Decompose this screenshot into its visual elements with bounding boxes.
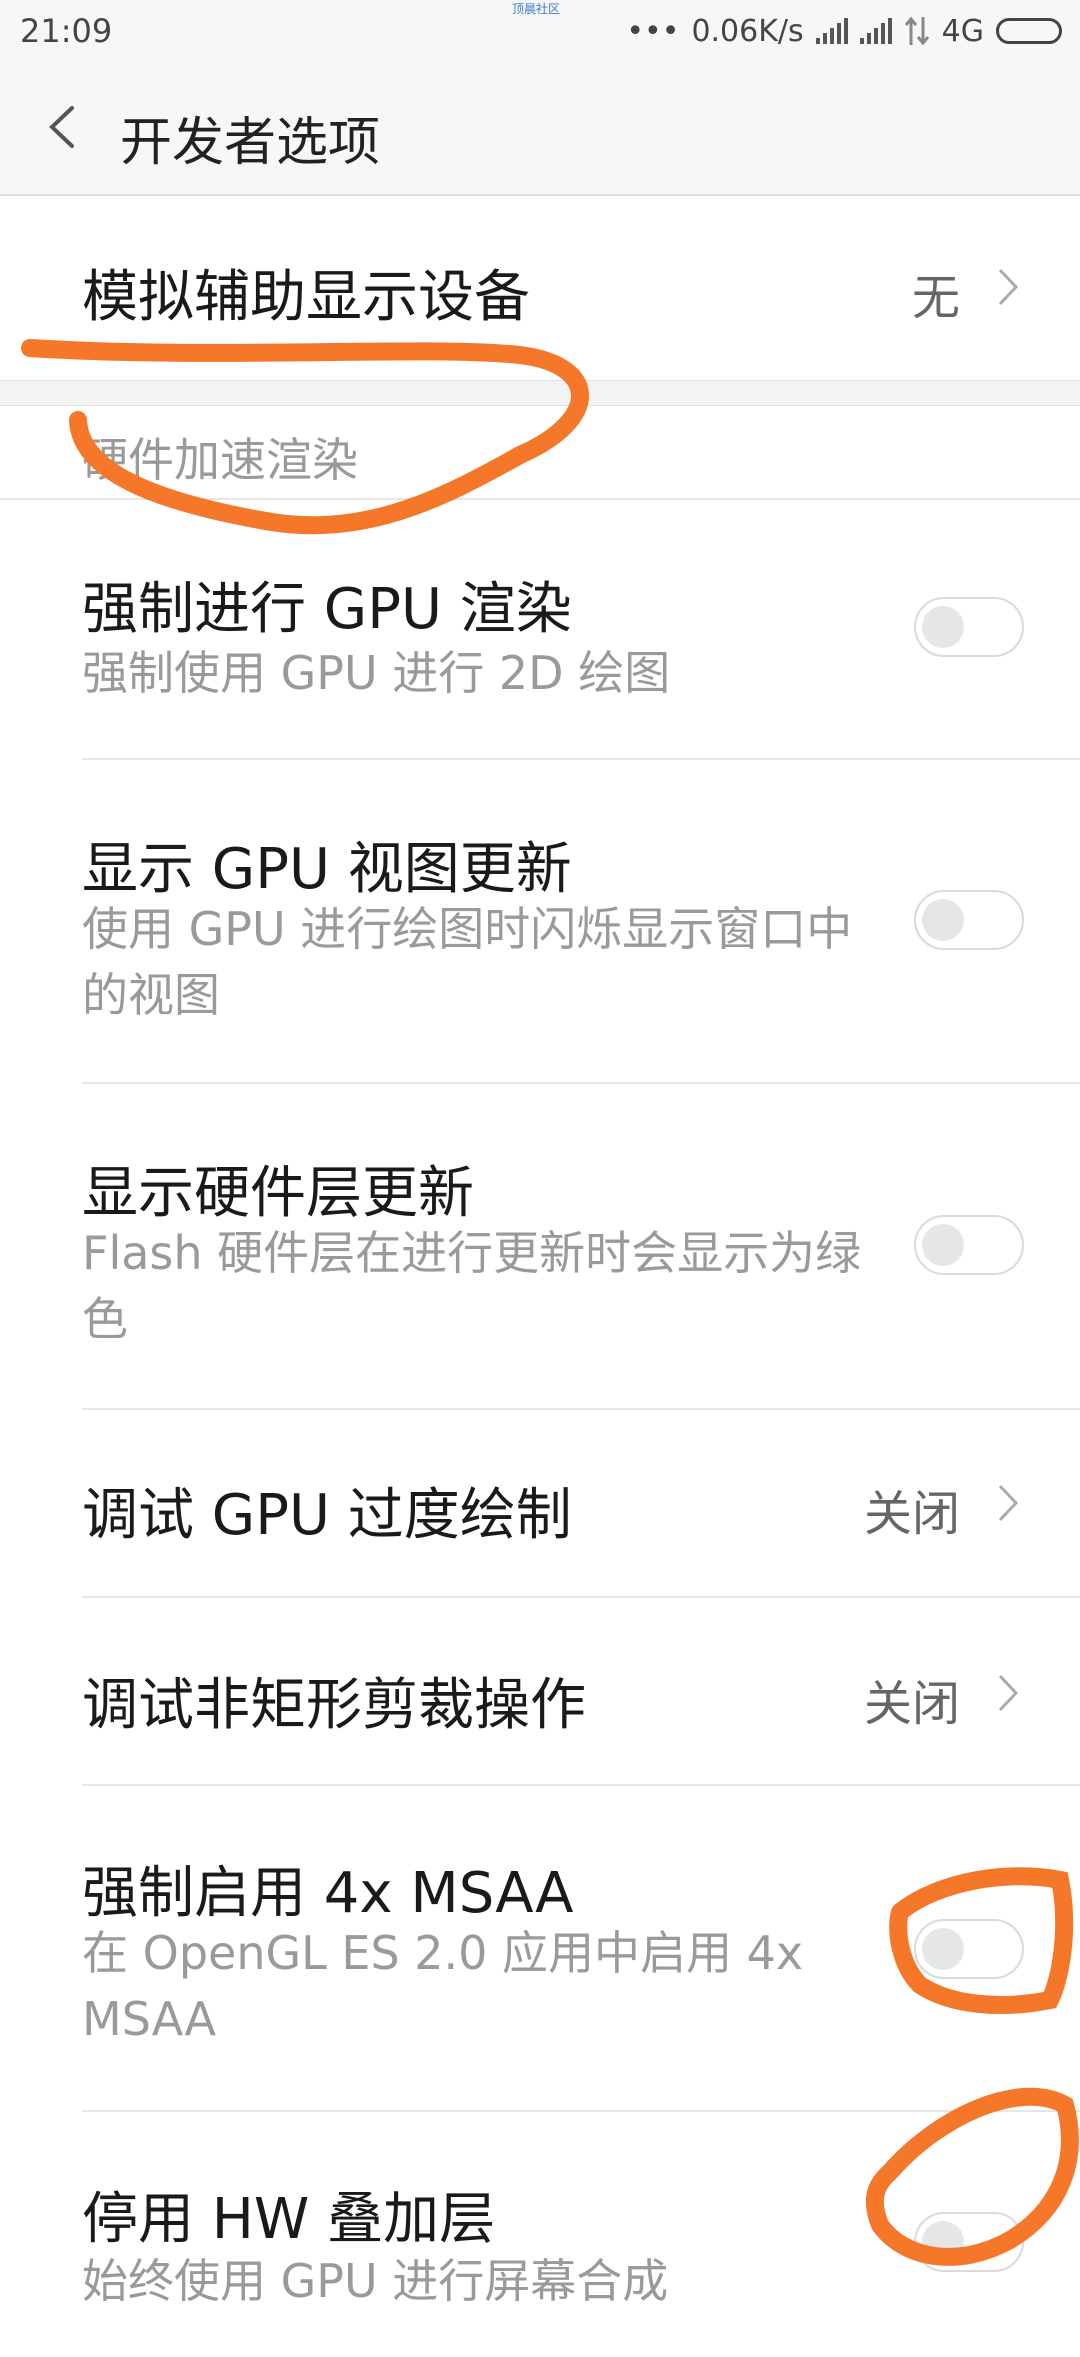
- chevron-right-icon: [998, 1484, 1019, 1522]
- setting-label: 显示硬件层更新: [82, 1161, 474, 1226]
- setting-label: 调试 GPU 过度绘制: [82, 1483, 572, 1548]
- setting-value: 关闭: [863, 1676, 960, 1732]
- setting-label: 调试非矩形剪裁操作: [82, 1673, 586, 1738]
- toggle-switch[interactable]: [914, 1919, 1024, 1979]
- setting-label: 强制启用 4x MSAA: [82, 1861, 574, 1926]
- setting-show-gpu-updates[interactable]: 显示 GPU 视图更新 使用 GPU 进行绘图时闪烁显示窗口中的视图: [0, 760, 1080, 1082]
- chevron-right-icon: [998, 1674, 1019, 1712]
- setting-force-gpu[interactable]: 强制进行 GPU 渲染 强制使用 GPU 进行 2D 绘图: [0, 500, 1080, 758]
- setting-debug-overdraw[interactable]: 调试 GPU 过度绘制 关闭: [0, 1410, 1080, 1596]
- signal-icon-2: [859, 18, 892, 44]
- section-hardware-accelerated: 硬件加速渲染: [0, 406, 1080, 498]
- toggle-switch[interactable]: [914, 890, 1024, 950]
- setting-disable-hw-overlays[interactable]: 停用 HW 叠加层 始终使用 GPU 进行屏幕合成: [0, 2112, 1080, 2357]
- toggle-switch[interactable]: [914, 2212, 1024, 2272]
- status-bar: 21:09 顶晨社区 ••• 0.06K/s 4G: [0, 0, 1080, 62]
- page-title: 开发者选项: [120, 113, 381, 173]
- setting-value: 关闭: [863, 1486, 960, 1542]
- network-type: 4G: [941, 13, 984, 49]
- setting-description: 使用 GPU 进行绘图时闪烁显示窗口中的视图: [82, 902, 853, 1022]
- chevron-right-icon: [998, 268, 1019, 306]
- toggle-switch[interactable]: [914, 1215, 1024, 1275]
- watermark: 顶晨社区: [512, 2, 561, 16]
- setting-force-msaa[interactable]: 强制启用 4x MSAA 在 OpenGL ES 2.0 应用中启用 4x MS…: [0, 1786, 1080, 2110]
- app-bar: 开发者选项: [0, 62, 1080, 196]
- setting-debug-nonrect-clip[interactable]: 调试非矩形剪裁操作 关闭: [0, 1598, 1080, 1784]
- status-time: 21:09: [20, 12, 113, 50]
- setting-description: Flash 硬件层在进行更新时会显示为绿色: [82, 1226, 862, 1346]
- setting-description: 强制使用 GPU 进行 2D 绘图: [82, 646, 671, 700]
- section-header: 硬件加速渲染: [82, 433, 358, 487]
- setting-label: 停用 HW 叠加层: [82, 2187, 496, 2252]
- data-arrows-icon: [904, 16, 929, 46]
- setting-simulate-display[interactable]: 模拟辅助显示设备 无: [0, 196, 1080, 380]
- section-separator: [0, 380, 1080, 406]
- status-dots: •••: [626, 13, 680, 49]
- battery-icon: [996, 18, 1062, 44]
- setting-show-hw-layers[interactable]: 显示硬件层更新 Flash 硬件层在进行更新时会显示为绿色: [0, 1084, 1080, 1408]
- setting-label: 强制进行 GPU 渲染: [82, 577, 572, 642]
- back-arrow-icon[interactable]: [40, 102, 90, 152]
- setting-description: 在 OpenGL ES 2.0 应用中启用 4x MSAA: [82, 1926, 804, 2046]
- setting-label: 模拟辅助显示设备: [82, 265, 530, 330]
- setting-value: 无: [911, 270, 960, 326]
- signal-icon: [815, 18, 848, 44]
- status-right: ••• 0.06K/s 4G: [626, 10, 1062, 52]
- setting-label: 显示 GPU 视图更新: [82, 837, 572, 902]
- network-speed: 0.06K/s: [691, 13, 804, 49]
- setting-description: 始终使用 GPU 进行屏幕合成: [82, 2254, 669, 2308]
- toggle-switch[interactable]: [914, 597, 1024, 657]
